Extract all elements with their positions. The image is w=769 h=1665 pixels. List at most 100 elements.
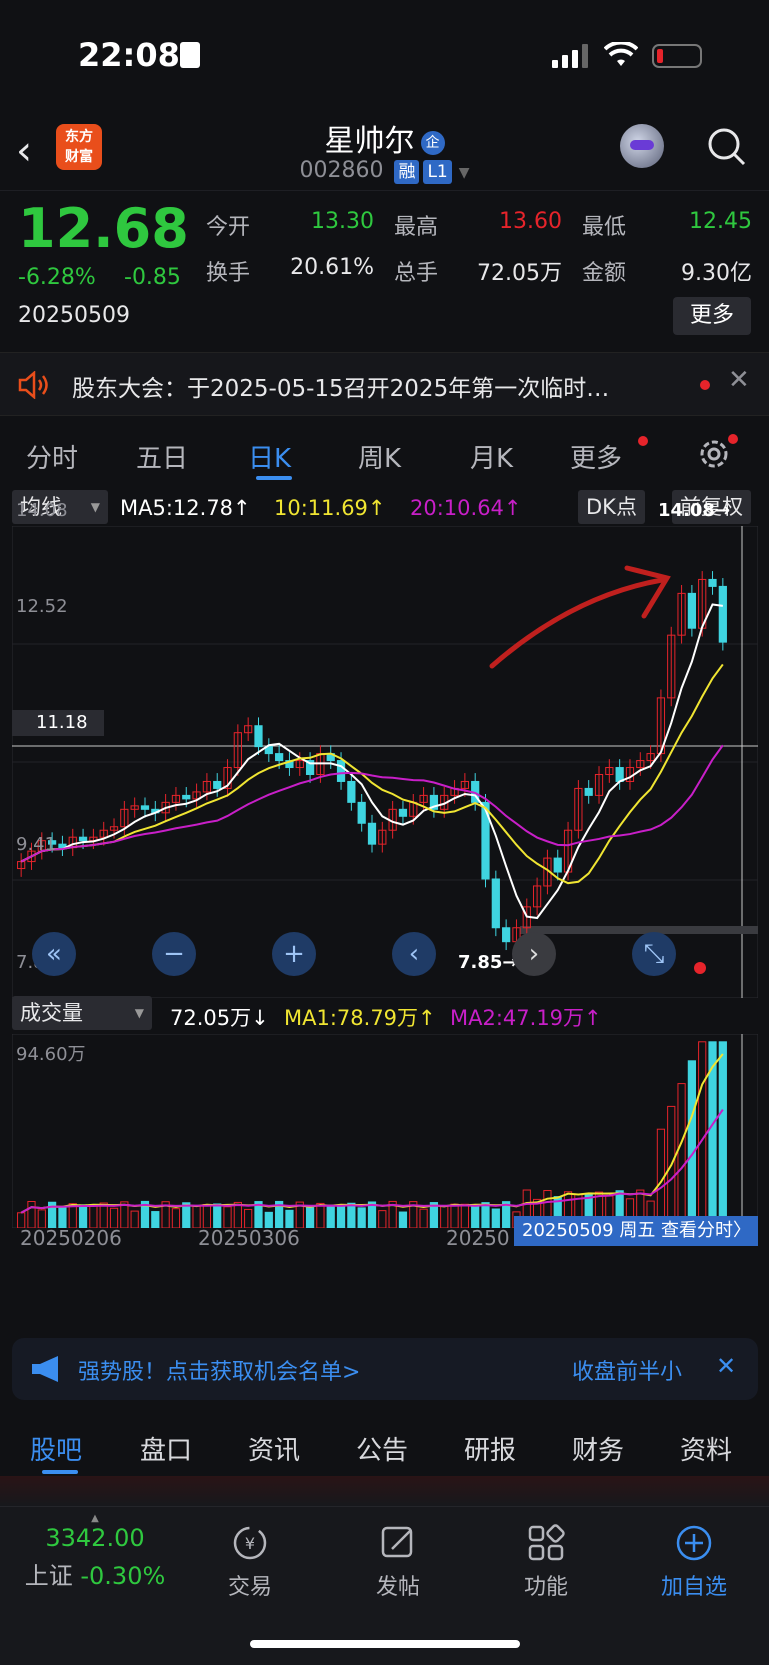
volume-bar xyxy=(450,1203,459,1228)
candle-body xyxy=(687,592,696,629)
settings-dot xyxy=(728,434,738,444)
tab-weekly-k[interactable]: 周K xyxy=(358,438,401,475)
zoom-out-icon[interactable]: − xyxy=(152,932,196,976)
tab-news[interactable]: 资讯 xyxy=(248,1430,300,1467)
tab-daily-k[interactable]: 日K xyxy=(248,438,291,475)
signal-dot xyxy=(694,962,706,974)
tab-research[interactable]: 研报 xyxy=(464,1430,516,1467)
chevron-down-icon[interactable]: ▼ xyxy=(459,165,470,181)
trade-icon: ¥ xyxy=(233,1526,267,1560)
volume-bar xyxy=(357,1207,366,1228)
tab-five-day[interactable]: 五日 xyxy=(136,438,188,475)
tab-financials[interactable]: 财务 xyxy=(572,1430,624,1467)
volume-bar xyxy=(130,1210,139,1228)
tab-more[interactable]: 更多 xyxy=(570,438,622,475)
add-watchlist-button[interactable]: 加自选 xyxy=(634,1523,754,1601)
tab-announcements[interactable]: 公告 xyxy=(356,1430,408,1467)
search-icon[interactable] xyxy=(706,126,746,166)
speaker-icon xyxy=(18,371,48,399)
rewind-icon[interactable]: « xyxy=(32,932,76,976)
index-name: 上证 xyxy=(24,1562,73,1590)
enterprise-badge: 企 xyxy=(420,130,445,155)
volume-bar xyxy=(99,1202,108,1228)
candle-body xyxy=(357,801,366,824)
volume-bar xyxy=(677,1083,686,1228)
add-watch-label: 加自选 xyxy=(660,1575,727,1600)
volume-bar xyxy=(171,1208,181,1228)
functions-label: 功能 xyxy=(523,1575,568,1600)
candle-body xyxy=(367,822,377,845)
volume-bar xyxy=(481,1202,490,1228)
candle-body xyxy=(275,753,284,762)
tab-more-dot xyxy=(638,436,648,446)
announcement-bar[interactable]: 股东大会：于2025-05-15召开2025年第一次临时… ✕ xyxy=(0,352,769,416)
tab-profile[interactable]: 资料 xyxy=(680,1430,732,1467)
promo-close-icon[interactable]: ✕ xyxy=(716,1352,736,1380)
content-tab-indicator xyxy=(42,1470,78,1474)
dk-point-button[interactable]: DK点 xyxy=(578,490,645,524)
volume-label: 总手 xyxy=(394,261,439,286)
kline-chart-area[interactable]: 均线 ▼ MA5:12.78↑ 10:11.69↑ 20:10.64↑ DK点 … xyxy=(12,488,758,1322)
volume-bar xyxy=(192,1205,201,1228)
settings-gear-icon[interactable] xyxy=(696,436,732,472)
volume-bar xyxy=(347,1202,356,1228)
home-indicator xyxy=(250,1640,520,1648)
tab-order-book[interactable]: 盘口 xyxy=(140,1430,192,1467)
index-widget[interactable]: ▲ 3342.00 上证 -0.30% xyxy=(20,1513,170,1591)
candle-body xyxy=(213,780,222,789)
volume-bar xyxy=(27,1200,36,1228)
volume-ma1: MA1:78.79万↑ xyxy=(284,1006,436,1030)
functions-button[interactable]: 功能 xyxy=(486,1523,606,1601)
volume-bar xyxy=(460,1203,469,1228)
stock-header: ‹ 东方 财富 星帅尔企 002860 融 L1 ▼ xyxy=(0,110,769,190)
post-button[interactable]: 发帖 xyxy=(338,1523,458,1601)
promo-banner[interactable]: 强势股！点击获取机会名单> 收盘前半小 ✕ xyxy=(12,1338,758,1400)
stock-code: 002860 xyxy=(299,158,384,183)
low-label: 最低 xyxy=(582,215,627,240)
more-quote-button[interactable]: 更多 xyxy=(673,297,751,335)
volume-bar xyxy=(89,1205,98,1228)
price-chart[interactable] xyxy=(12,526,758,998)
candle-body xyxy=(491,878,500,929)
scroll-right-icon[interactable]: › xyxy=(512,932,556,976)
tab-guba[interactable]: 股吧 xyxy=(30,1430,82,1467)
volume-bar xyxy=(440,1206,449,1228)
megaphone-icon xyxy=(32,1356,58,1382)
fullscreen-icon[interactable]: ⤡ xyxy=(632,932,676,976)
min-price-label: 7.85→ xyxy=(458,952,518,973)
volume-indicator-select[interactable]: 成交量 ▼ xyxy=(12,996,152,1030)
tab-intraday[interactable]: 分时 xyxy=(26,438,78,475)
scroll-left-icon[interactable]: ‹ xyxy=(392,932,436,976)
trade-button[interactable]: ¥ 交易 xyxy=(190,1523,310,1601)
assistant-robot-icon[interactable] xyxy=(620,124,664,168)
volume-bar xyxy=(687,1060,696,1228)
quote-panel: 12.68 -6.28% -0.85 20250509 今开 13.30 最高 … xyxy=(0,190,769,350)
status-bar: 22:08 xyxy=(0,0,769,110)
change-amount: -0.85 xyxy=(124,265,181,290)
candle-body xyxy=(336,760,346,782)
grid-functions-icon xyxy=(528,1524,565,1561)
volume-ma2: MA2:47.19万↑ xyxy=(450,1006,602,1030)
y-label-low: 9.41 xyxy=(16,834,57,855)
zoom-in-icon[interactable]: + xyxy=(272,932,316,976)
view-intraday-tooltip[interactable]: 20250509 周五 查看分时〉 xyxy=(514,1216,758,1246)
quote-date: 20250509 xyxy=(18,303,130,328)
volume-bar xyxy=(213,1203,222,1228)
caret-up-icon: ▲ xyxy=(91,1513,99,1524)
tab-monthly-k[interactable]: 月K xyxy=(470,438,513,475)
y-label-top: 14.08 xyxy=(16,500,68,521)
promo-right-text: 收盘前半小 xyxy=(572,1360,683,1385)
amount-value: 9.30亿 xyxy=(681,261,752,286)
close-icon[interactable]: ✕ xyxy=(728,365,750,395)
turnover-label: 换手 xyxy=(206,261,251,286)
level-tag[interactable]: L1 xyxy=(423,160,452,184)
index-change: -0.30% xyxy=(80,1562,166,1590)
volume-chart[interactable] xyxy=(12,1034,758,1228)
stock-name: 星帅尔 xyxy=(324,124,415,159)
volume-bar xyxy=(316,1202,325,1228)
candle-body xyxy=(708,578,717,587)
y-label-mid: 12.52 xyxy=(16,596,68,617)
volume-bar xyxy=(202,1203,212,1228)
x-label-3: 20250 xyxy=(446,1226,510,1250)
volume-bar xyxy=(336,1204,346,1228)
